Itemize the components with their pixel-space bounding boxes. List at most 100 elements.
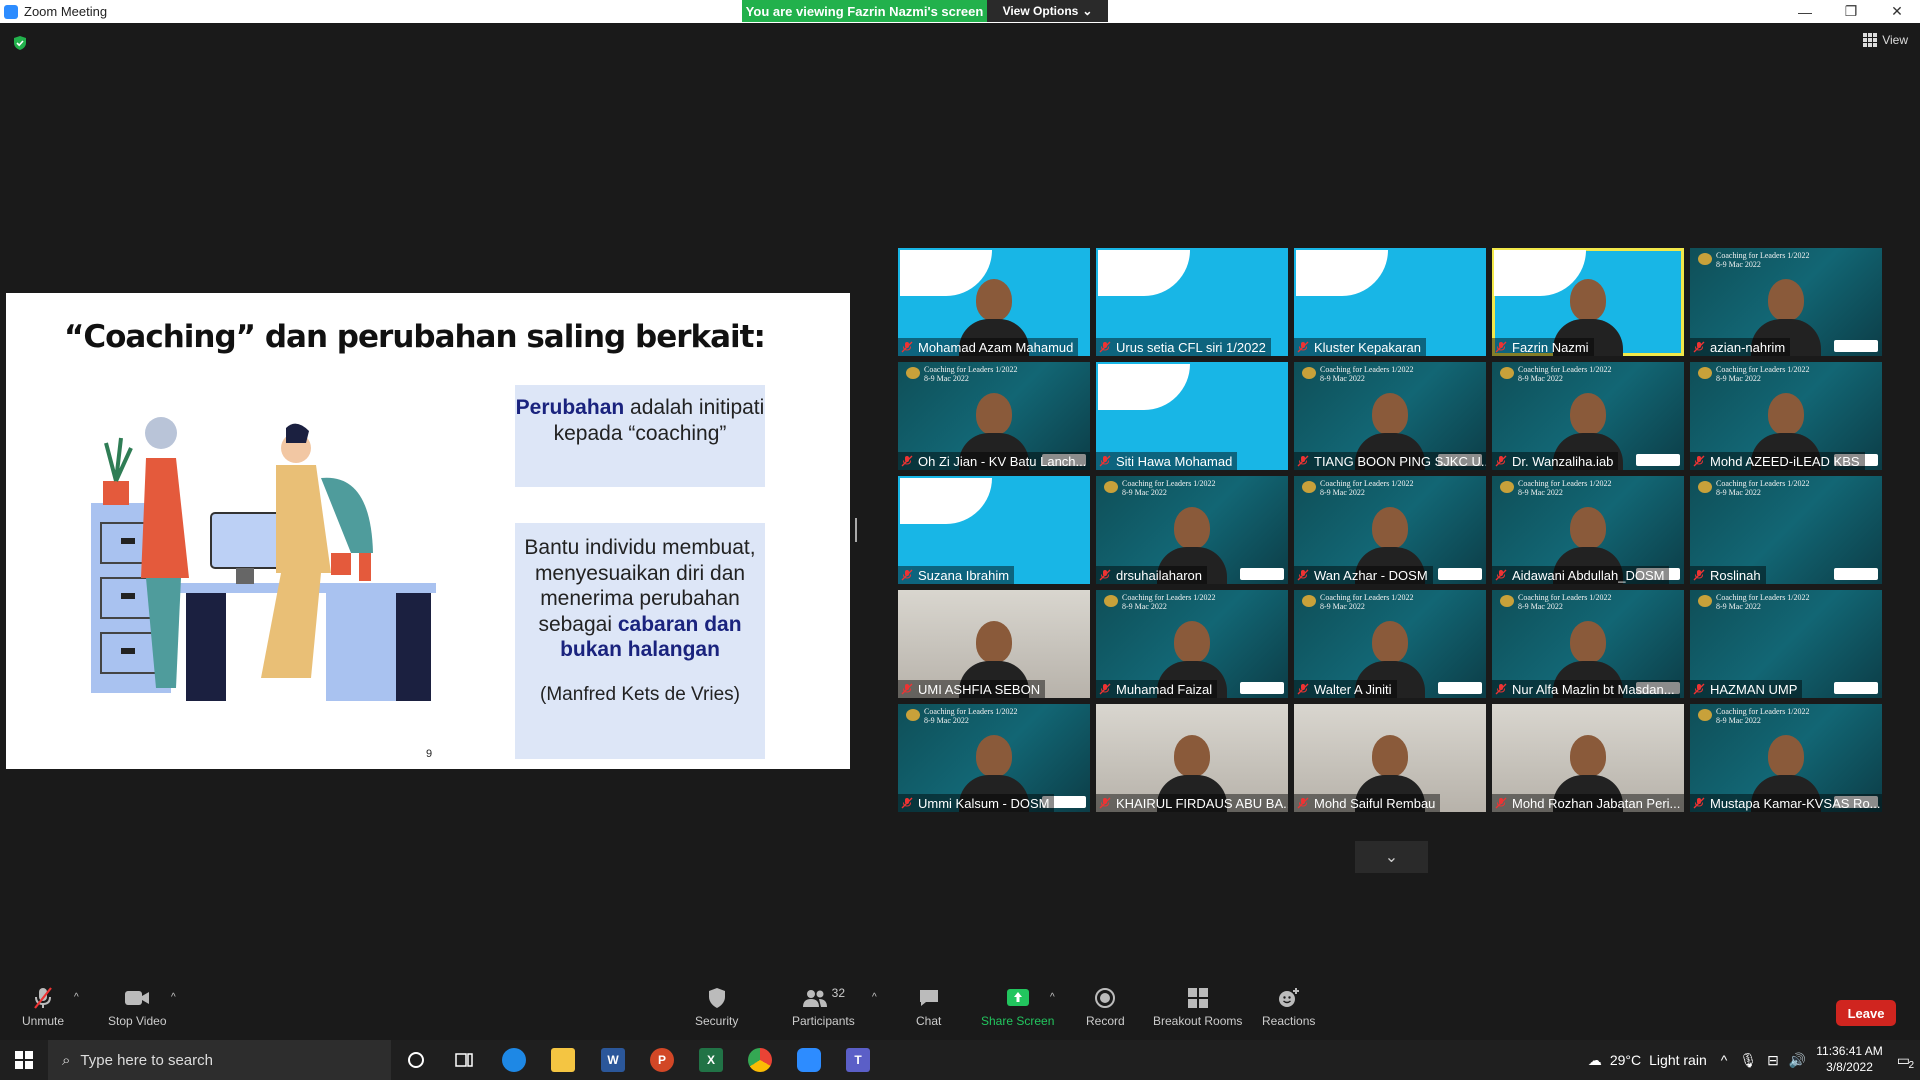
system-tray: ☁ 29°C Light rain ^ 🎙 ⊟ 🔊 11:36:41 AM 3/… [1588, 1040, 1920, 1080]
event-banner-text: Coaching for Leaders 1/2022 8-9 Mac 2022 [1320, 593, 1414, 611]
participant-tile[interactable]: Siti Hawa Mohamad [1096, 362, 1288, 470]
grid-view-icon [1863, 33, 1878, 47]
taskbar-search-box[interactable]: ⌕ Type here to search [48, 1040, 391, 1080]
meeting-toolbar: Unmute ^ Stop Video ^ Security 32 Partic… [0, 978, 1920, 1040]
participant-tile[interactable]: Coaching for Leaders 1/2022 8-9 Mac 2022 a… [1690, 248, 1882, 356]
volume-icon[interactable]: 🔊 [1789, 1052, 1806, 1069]
participant-name-label: azian-nahrim [1690, 338, 1791, 356]
encryption-shield-icon[interactable] [12, 35, 28, 51]
slide-textbox-perubahan: Perubahan adalah initipati kepada “coach… [515, 385, 765, 487]
security-button[interactable]: Security [695, 986, 738, 1028]
stop-video-button[interactable]: Stop Video [108, 986, 167, 1028]
participant-tile[interactable]: KHAIRUL FIRDAUS ABU BA... [1096, 704, 1288, 812]
crest-logo [1302, 367, 1316, 379]
chat-button[interactable]: Chat [916, 986, 941, 1028]
participant-tile[interactable]: Coaching for Leaders 1/2022 8-9 Mac 2022 D… [1492, 362, 1684, 470]
participant-tile[interactable]: Coaching for Leaders 1/2022 8-9 Mac 2022 M… [1690, 362, 1882, 470]
crest-logo [1698, 481, 1712, 493]
participant-tile[interactable]: Fazrin Nazmi [1492, 248, 1684, 356]
share-screen-button[interactable]: Share Screen [981, 986, 1054, 1028]
event-banner-text: Coaching for Leaders 1/2022 8-9 Mac 2022 [1716, 365, 1810, 383]
minimize-button[interactable]: — [1782, 0, 1828, 23]
split-view-drag-handle[interactable] [855, 518, 857, 542]
event-banner-text: Coaching for Leaders 1/2022 8-9 Mac 2022 [1320, 365, 1414, 383]
weather-condition[interactable]: Light rain [1649, 1052, 1707, 1068]
leave-meeting-button[interactable]: Leave [1836, 1000, 1896, 1026]
show-hidden-icons-chevron-icon[interactable]: ^ [1721, 1052, 1728, 1068]
participant-tile[interactable]: Coaching for Leaders 1/2022 8-9 Mac 2022 M… [1096, 590, 1288, 698]
share-options-caret-icon[interactable]: ^ [1050, 992, 1055, 1003]
windows-taskbar: ⌕ Type here to search W P X T ☁ 29°C Lig… [0, 1040, 1920, 1080]
file-explorer-icon[interactable] [551, 1048, 575, 1072]
chat-label: Chat [916, 1014, 942, 1028]
edge-browser-icon[interactable] [502, 1048, 526, 1072]
crest-logo [1302, 595, 1316, 607]
participant-tile[interactable]: Mohamad Azam Mahamud [898, 248, 1090, 356]
maximize-button[interactable]: ❐ [1828, 0, 1874, 23]
zoom-taskbar-icon[interactable] [797, 1048, 821, 1072]
search-placeholder: Type here to search [80, 1051, 213, 1069]
share-screen-icon [1006, 986, 1030, 1010]
event-banner-text: Coaching for Leaders 1/2022 8-9 Mac 2022 [1122, 593, 1216, 611]
windows-logo-icon [15, 1051, 33, 1069]
microphone-icon[interactable]: 🎙 [1739, 1052, 1757, 1069]
crest-logo [1104, 481, 1118, 493]
participant-tile[interactable]: Coaching for Leaders 1/2022 8-9 Mac 2022 O… [898, 362, 1090, 470]
participants-options-caret-icon[interactable]: ^ [872, 992, 877, 1003]
participant-name-label: Aidawani Abdullah_DOSM [1492, 566, 1670, 584]
security-label: Security [695, 1014, 739, 1028]
record-button[interactable]: Record [1086, 986, 1125, 1028]
stop-video-label: Stop Video [108, 1014, 167, 1028]
smiley-plus-icon [1277, 986, 1301, 1010]
notifications-icon[interactable]: ▭ 2 [1897, 1052, 1914, 1071]
audio-options-caret-icon[interactable]: ^ [74, 992, 79, 1003]
participant-tile[interactable]: Urus setia CFL siri 1/2022 [1096, 248, 1288, 356]
network-icon[interactable]: ⊟ [1767, 1052, 1779, 1069]
unmute-button[interactable]: Unmute [22, 986, 64, 1028]
participant-name-label: drsuhailaharon [1096, 566, 1208, 584]
weather-cloud-icon[interactable]: ☁ [1588, 1052, 1602, 1069]
participant-tile[interactable]: UMI ASHFIA SEBON [898, 590, 1090, 698]
view-options-button[interactable]: View Options ⌄ [987, 0, 1108, 22]
participant-name-label: Nur Alfa Mazlin bt Masdan... [1492, 680, 1680, 698]
shield-icon [707, 986, 727, 1010]
window-title: Zoom Meeting [24, 4, 108, 19]
participant-tile[interactable]: Coaching for Leaders 1/2022 8-9 Mac 2022 N… [1492, 590, 1684, 698]
crest-logo [1698, 367, 1712, 379]
participant-tile[interactable]: Mohd Saiful Rembau [1294, 704, 1486, 812]
participant-tile[interactable]: Coaching for Leaders 1/2022 8-9 Mac 2022 d… [1096, 476, 1288, 584]
participant-tile[interactable]: Coaching for Leaders 1/2022 8-9 Mac 2022 W… [1294, 590, 1486, 698]
chrome-browser-icon[interactable] [748, 1048, 772, 1072]
weather-temperature[interactable]: 29°C [1610, 1052, 1641, 1068]
word-icon[interactable]: W [601, 1048, 625, 1072]
breakout-rooms-button[interactable]: Breakout Rooms [1153, 986, 1242, 1028]
task-view-icon[interactable] [452, 1048, 476, 1072]
participant-tile[interactable]: Coaching for Leaders 1/2022 8-9 Mac 2022 T… [1294, 362, 1486, 470]
participant-tile[interactable]: Coaching for Leaders 1/2022 8-9 Mac 2022 H… [1690, 590, 1882, 698]
gallery-next-page-button[interactable]: ⌄ [1355, 841, 1428, 873]
participant-tile[interactable]: Kluster Kepakaran [1294, 248, 1486, 356]
powerpoint-icon[interactable]: P [650, 1048, 674, 1072]
participant-name-label: Dr. Wanzaliha.iab [1492, 452, 1619, 470]
cortana-icon[interactable] [404, 1048, 428, 1072]
participant-name-label: Fazrin Nazmi [1492, 338, 1594, 356]
excel-icon[interactable]: X [699, 1048, 723, 1072]
participant-tile[interactable]: Coaching for Leaders 1/2022 8-9 Mac 2022 W… [1294, 476, 1486, 584]
participant-tile[interactable]: Coaching for Leaders 1/2022 8-9 Mac 2022 M… [1690, 704, 1882, 812]
participants-button[interactable]: 32 Participants [792, 986, 855, 1028]
participant-tile[interactable]: Suzana Ibrahim [898, 476, 1090, 584]
participant-tile[interactable]: Coaching for Leaders 1/2022 8-9 Mac 2022 R… [1690, 476, 1882, 584]
reactions-button[interactable]: Reactions [1262, 986, 1315, 1028]
close-button[interactable]: ✕ [1874, 0, 1920, 23]
start-button[interactable] [0, 1040, 48, 1080]
zoom-app-icon [4, 4, 18, 19]
event-banner-text: Coaching for Leaders 1/2022 8-9 Mac 2022 [1716, 479, 1810, 497]
video-options-caret-icon[interactable]: ^ [171, 992, 176, 1003]
participant-tile[interactable]: Coaching for Leaders 1/2022 8-9 Mac 2022 A… [1492, 476, 1684, 584]
participant-tile[interactable]: Mohd Rozhan Jabatan Peri... [1492, 704, 1684, 812]
participant-tile[interactable]: Coaching for Leaders 1/2022 8-9 Mac 2022 U… [898, 704, 1090, 812]
taskbar-clock[interactable]: 11:36:41 AM 3/8/2022 [1816, 1044, 1883, 1075]
crest-logo [1698, 595, 1712, 607]
view-button[interactable]: View [1863, 33, 1908, 47]
teams-icon[interactable]: T [846, 1048, 870, 1072]
